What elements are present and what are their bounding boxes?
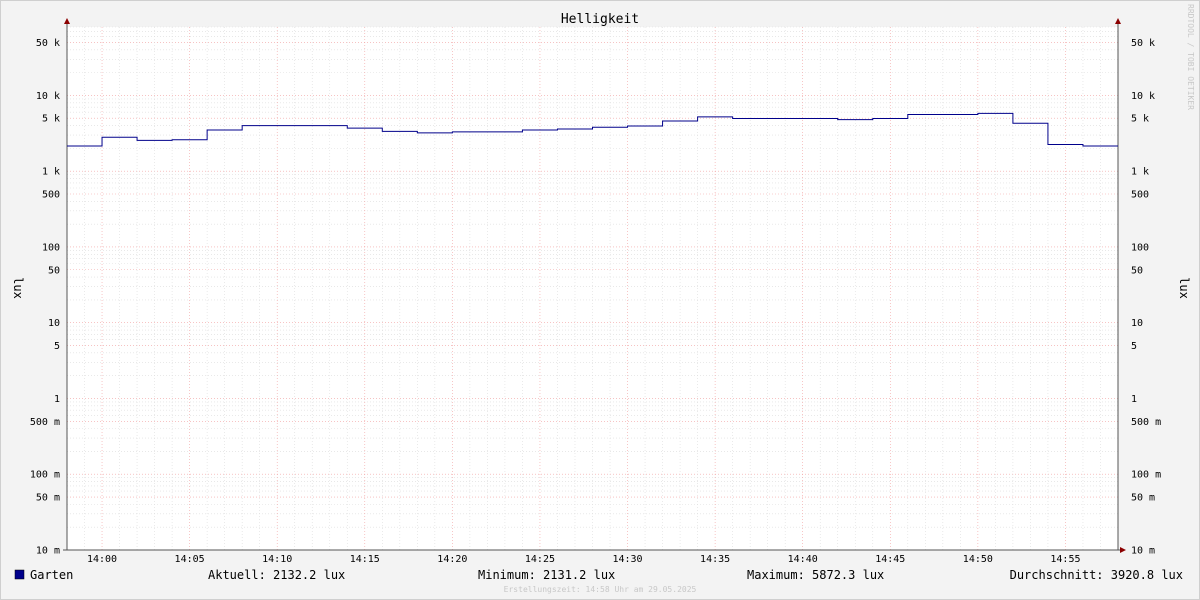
stat-average: Durchschnitt: 3920.8 lux bbox=[1010, 568, 1183, 582]
y-axis-label-left: lux bbox=[11, 277, 25, 299]
creation-time-footer: Erstellungszeit: 14:58 Uhr am 29.05.2025 bbox=[504, 585, 697, 594]
y-tick-label-left: 50 k bbox=[36, 38, 60, 49]
y-tick-label-right: 500 bbox=[1131, 189, 1149, 200]
legend-series-name: Garten bbox=[30, 568, 73, 582]
y-tick-label-left: 100 m bbox=[30, 470, 60, 481]
side-credit-label: RRDTOOL / TOBI OETIKER bbox=[1186, 4, 1195, 110]
x-tick-label: 14:30 bbox=[612, 554, 642, 565]
y-tick-label-left: 10 m bbox=[36, 546, 60, 557]
y-tick-label-right: 5 k bbox=[1131, 114, 1149, 125]
y-tick-label-left: 100 bbox=[42, 242, 60, 253]
y-tick-label-right: 500 m bbox=[1131, 417, 1161, 428]
y-axis-arrow-right bbox=[1115, 18, 1121, 24]
x-tick-label: 14:55 bbox=[1050, 554, 1080, 565]
x-tick-label: 14:40 bbox=[788, 554, 818, 565]
y-tick-label-left: 500 bbox=[42, 189, 60, 200]
x-tick-label: 14:15 bbox=[350, 554, 380, 565]
grid-lines bbox=[66, 26, 1119, 551]
y-tick-label-right: 50 bbox=[1131, 265, 1143, 276]
y-tick-label-right: 50 m bbox=[1131, 493, 1155, 504]
y-tick-label-right: 10 k bbox=[1131, 91, 1155, 102]
y-tick-label-right: 50 k bbox=[1131, 38, 1155, 49]
x-tick-label: 14:45 bbox=[875, 554, 905, 565]
y-tick-label-left: 50 m bbox=[36, 493, 60, 504]
y-tick-label-left: 1 bbox=[54, 394, 60, 405]
y-tick-label-right: 1 k bbox=[1131, 167, 1149, 178]
y-tick-label-right: 10 bbox=[1131, 318, 1143, 329]
x-tick-label: 14:25 bbox=[525, 554, 555, 565]
y-tick-label-left: 10 k bbox=[36, 91, 60, 102]
stat-maximum: Maximum: 5872.3 lux bbox=[747, 568, 884, 582]
legend-swatch bbox=[14, 569, 25, 580]
x-tick-label: 14:20 bbox=[437, 554, 467, 565]
brightness-chart: 50 k 50 k 10 k 10 k 5 k 5 k 1 k 1 k 500 500 100 100… bbox=[11, 4, 1195, 594]
x-tick-label: 14:05 bbox=[175, 554, 205, 565]
stat-current: Aktuell: 2132.2 lux bbox=[208, 568, 345, 582]
y-tick-label-right: 1 bbox=[1131, 394, 1137, 405]
y-tick-label-right: 100 m bbox=[1131, 470, 1161, 481]
y-tick-label-right: 5 bbox=[1131, 341, 1137, 352]
y-tick-label-right: 10 m bbox=[1131, 546, 1155, 557]
y-axis-arrow-left bbox=[64, 18, 70, 24]
x-tick-label: 14:00 bbox=[87, 554, 117, 565]
x-tick-label: 14:35 bbox=[700, 554, 730, 565]
y-tick-label-left: 10 bbox=[48, 318, 60, 329]
y-tick-label-left: 500 m bbox=[30, 417, 60, 428]
stat-minimum: Minimum: 2131.2 lux bbox=[478, 568, 615, 582]
y-tick-label-right: 100 bbox=[1131, 242, 1149, 253]
y-tick-label-left: 5 bbox=[54, 341, 60, 352]
y-axis-label-right: lux bbox=[1177, 277, 1191, 299]
y-tick-label-left: 50 bbox=[48, 265, 60, 276]
x-axis-arrow bbox=[1120, 547, 1126, 553]
y-tick-label-left: 1 k bbox=[42, 167, 60, 178]
x-tick-label: 14:50 bbox=[963, 554, 993, 565]
x-tick-label: 14:10 bbox=[262, 554, 292, 565]
chart-title: Helligkeit bbox=[561, 12, 639, 27]
y-tick-label-left: 5 k bbox=[42, 114, 60, 125]
